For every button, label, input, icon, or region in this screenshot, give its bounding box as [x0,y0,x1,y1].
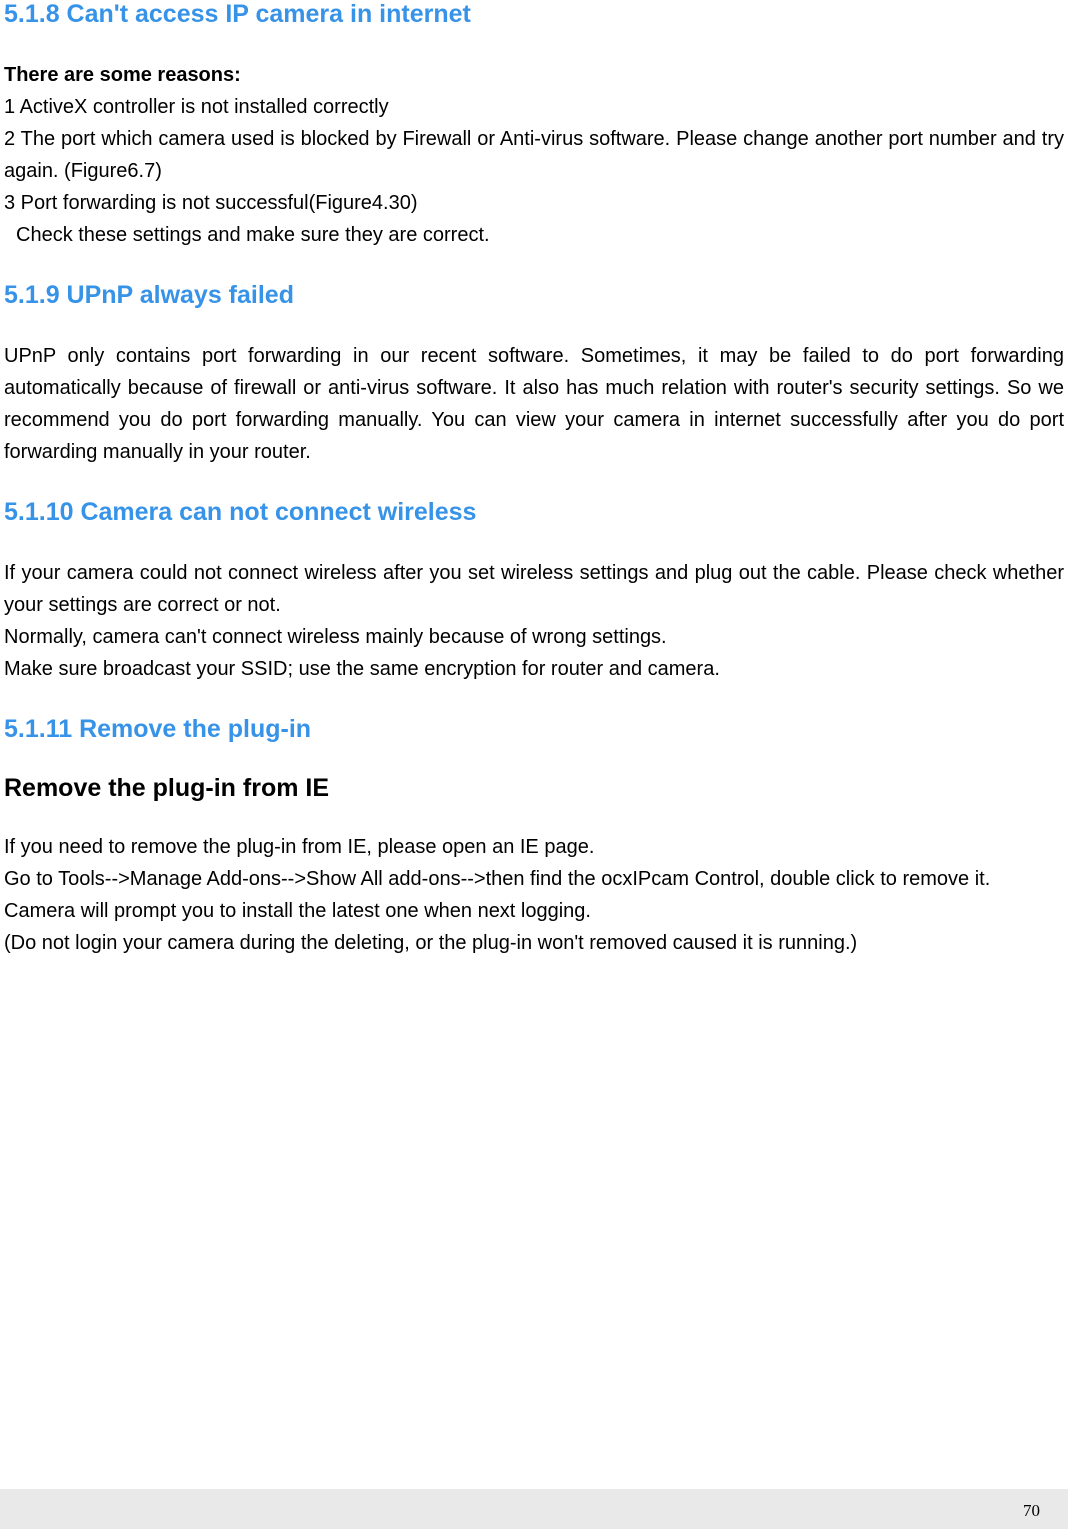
footer-bar [0,1489,1068,1529]
plugin-p3: Camera will prompt you to install the la… [4,895,1064,927]
reason-3: 3 Port forwarding is not successful(Figu… [4,187,1064,219]
wireless-p2: Normally, camera can't connect wireless … [4,621,1064,653]
plugin-p4: (Do not login your camera during the del… [4,927,1064,959]
reason-2: 2 The port which camera used is blocked … [4,123,1064,187]
wireless-p3: Make sure broadcast your SSID; use the s… [4,653,1064,685]
heading-5110: 5.1.10 Camera can not connect wireless [4,498,1064,527]
plugin-p2: Go to Tools-->Manage Add-ons-->Show All … [4,863,1064,895]
wireless-p1: If your camera could not connect wireles… [4,557,1064,621]
heading-518: 5.1.8 Can't access IP camera in internet [4,0,1064,29]
plugin-p1: If you need to remove the plug-in from I… [4,831,1064,863]
reason-1: 1 ActiveX controller is not installed co… [4,91,1064,123]
reasons-label: There are some reasons: [4,59,1064,91]
heading-5111: 5.1.11 Remove the plug-in [4,715,1064,744]
upnp-body: UPnP only contains port forwarding in ou… [4,340,1064,468]
heading-519: 5.1.9 UPnP always failed [4,281,1064,310]
subheading-remove-ie: Remove the plug-in from IE [4,774,1064,803]
check-text: Check these settings and make sure they … [4,219,1064,251]
page-number: 70 [1023,1501,1040,1521]
